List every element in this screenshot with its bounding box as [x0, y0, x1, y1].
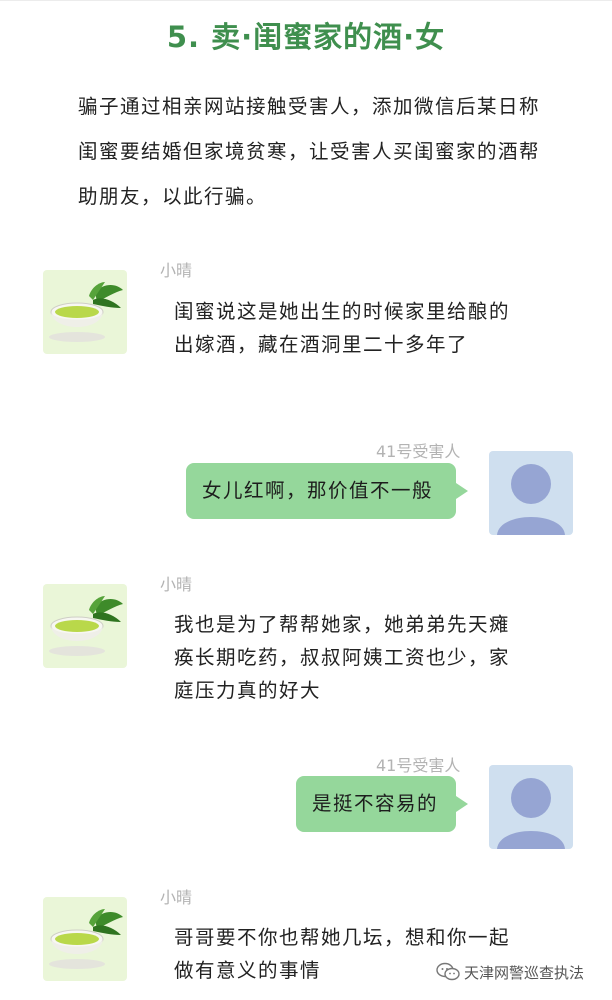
watermark: 天津网警巡查执法: [436, 960, 584, 984]
message-bubble: 是挺不容易的: [296, 776, 468, 832]
sender-name: 小晴: [160, 261, 193, 280]
victim-avatar[interactable]: [489, 765, 573, 849]
default-user-icon: [497, 778, 565, 849]
victim-avatar[interactable]: [489, 451, 573, 535]
tea-cup-icon: [49, 596, 123, 656]
tea-cup-icon: [49, 909, 123, 969]
message-text: 女儿红啊，那价值不一般: [202, 479, 434, 502]
default-user-icon: [497, 464, 565, 535]
top-divider: [0, 0, 612, 1]
wechat-icon: [436, 962, 460, 981]
watermark-text: 天津网警巡查执法: [464, 963, 585, 982]
sender-name: 小晴: [160, 888, 193, 907]
message-text: 是挺不容易的: [312, 792, 439, 815]
sender-name: 小晴: [160, 575, 193, 594]
message-bubble: 女儿红啊，那价值不一般: [186, 463, 468, 519]
article-title: 5. 卖·闺蜜家的酒·女: [166, 20, 446, 54]
message-text: 闺蜜说这是她出生的时候家里给酿的出嫁酒，藏在酒洞里二十多年了: [174, 300, 511, 356]
scammer-avatar[interactable]: [43, 270, 127, 354]
scammer-avatar[interactable]: [43, 897, 127, 981]
sender-name: 41号受害人: [376, 442, 461, 461]
article-intro: 骗子通过相亲网站接触受害人，添加微信后某日称闺蜜要结婚但家境贫寒，让受害人买闺蜜…: [78, 95, 541, 208]
tea-cup-icon: [49, 282, 123, 342]
scammer-avatar[interactable]: [43, 584, 127, 668]
sender-name: 41号受害人: [376, 756, 461, 775]
message-text: 我也是为了帮帮她家，她弟弟先天瘫痪长期吃药，叔叔阿姨工资也少，家庭压力真的好大: [174, 613, 511, 702]
